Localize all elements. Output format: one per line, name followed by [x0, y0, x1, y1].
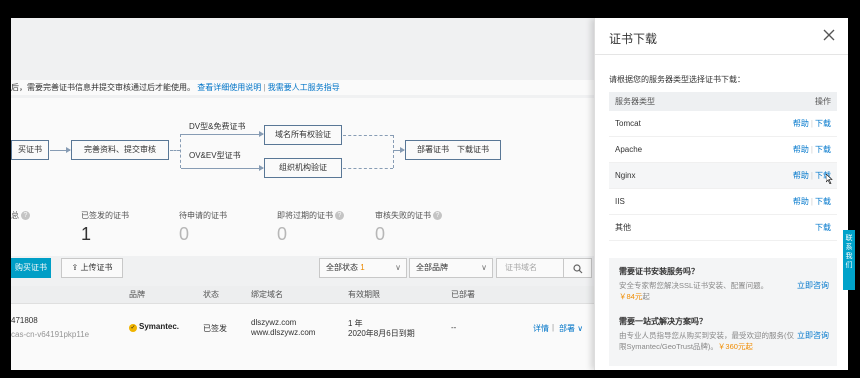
server-row-other: 其他 下载 — [609, 215, 837, 241]
download-link[interactable]: 下载 — [815, 223, 831, 232]
drawer-hint: 请根据您的服务器类型选择证书下载： — [609, 75, 745, 84]
service-promo-box: 需要证书安装服务吗？ 安全专家帮您解决SSL证书安装、配置问题。￥84元起 立即… — [609, 258, 837, 366]
main-content: 后，需要完善证书信息并提交审核通过后才能使用。 查看详细使用说明 | 我需要人工… — [11, 18, 594, 370]
contact-side-tab[interactable]: 联系我们 — [843, 230, 855, 290]
consult-install-link[interactable]: 立即咨询 — [797, 280, 829, 291]
drawer-title: 证书下载 — [609, 32, 658, 46]
server-table-header: 服务器类型 操作 — [609, 92, 837, 111]
server-row-apache: Apache 帮助 | 下载 — [609, 137, 837, 163]
server-type-table: 服务器类型 操作 Tomcat 帮助 | 下载 Apache 帮助 | 下载 Nginx… — [609, 92, 837, 241]
help-link[interactable]: 帮助 — [793, 145, 809, 154]
server-row-iis: IIS 帮助 | 下载 — [609, 189, 837, 215]
download-link[interactable]: 下载 — [815, 119, 831, 128]
download-link[interactable]: 下载 — [815, 145, 831, 154]
server-row-tomcat: Tomcat 帮助 | 下载 — [609, 111, 837, 137]
server-row-nginx: Nginx 帮助 | 下载 — [609, 163, 837, 189]
install-service: 需要证书安装服务吗？ 安全专家帮您解决SSL证书安装、配置问题。￥84元起 — [619, 267, 769, 301]
consult-solution-link[interactable]: 立即咨询 — [797, 330, 829, 341]
help-link[interactable]: 帮助 — [793, 197, 809, 206]
close-icon[interactable] — [822, 28, 836, 42]
console-frame: 后，需要完善证书信息并提交审核通过后才能使用。 查看详细使用说明 | 我需要人工… — [11, 18, 848, 370]
help-link[interactable]: 帮助 — [793, 171, 809, 180]
download-link[interactable]: 下载 — [815, 197, 831, 206]
download-drawer: 证书下载 请根据您的服务器类型选择证书下载： 服务器类型 操作 Tomcat 帮… — [594, 18, 848, 370]
divider — [595, 54, 848, 55]
one-stop-service: 需要一站式解决方案吗？ 由专业人员指导您从购买到安装，最受欢迎的服务(仅限Sym… — [619, 317, 794, 351]
overlay-dim — [11, 18, 594, 370]
help-link[interactable]: 帮助 — [793, 119, 809, 128]
cursor-icon — [826, 174, 833, 184]
